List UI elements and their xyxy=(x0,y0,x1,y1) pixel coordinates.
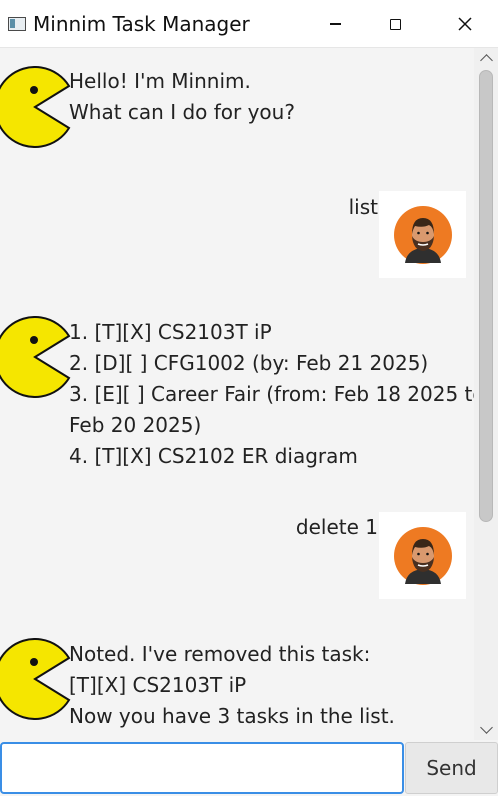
title-bar: Minnim Task Manager xyxy=(0,0,498,48)
maximize-icon xyxy=(389,18,401,30)
message-line: 2. [D][ ] CFG1002 (by: Feb 21 2025) xyxy=(69,351,429,375)
minnim-pacman-avatar-icon xyxy=(0,638,71,720)
minimize-button[interactable] xyxy=(312,0,358,48)
send-button[interactable]: Send xyxy=(405,742,498,794)
window-title: Minnim Task Manager xyxy=(33,12,250,36)
chat-scroll-area[interactable]: Hello! I'm Minnim. What can I do for you… xyxy=(0,48,474,740)
close-icon xyxy=(458,17,472,31)
user-message: list xyxy=(348,195,378,219)
chevron-down-icon xyxy=(479,721,493,734)
minnim-pacman-avatar-icon xyxy=(0,316,71,398)
message-line: Hello! I'm Minnim. xyxy=(69,69,251,93)
user-avatar xyxy=(379,191,466,278)
bearded-man-avatar-icon xyxy=(393,205,452,264)
maximize-button[interactable] xyxy=(372,0,418,48)
minnim-pacman-avatar-icon xyxy=(0,66,71,148)
message-line: 1. [T][X] CS2103T iP xyxy=(69,320,272,344)
message-line: [T][X] CS2103T iP xyxy=(69,673,247,697)
input-bar: Send xyxy=(0,740,498,796)
message-line: 3. [E][ ] Career Fair (from: Feb 18 2025… xyxy=(69,382,474,406)
chevron-up-icon xyxy=(479,54,493,67)
scroll-up-button[interactable] xyxy=(474,48,498,68)
bot-message: 1. [T][X] CS2103T iP 2. [D][ ] CFG1002 (… xyxy=(69,317,474,472)
message-line: Now you have 3 tasks in the list. xyxy=(69,704,395,728)
message-line: Noted. I've removed this task: xyxy=(69,642,371,666)
vertical-scrollbar[interactable] xyxy=(474,48,498,740)
bot-message: Hello! I'm Minnim. What can I do for you… xyxy=(69,66,469,128)
scrollbar-thumb[interactable] xyxy=(479,70,493,522)
bot-message: Noted. I've removed this task: [T][X] CS… xyxy=(69,639,469,732)
minimize-icon xyxy=(329,23,341,25)
app-window-icon xyxy=(8,17,26,31)
message-line: Feb 20 2025) xyxy=(69,413,202,437)
bearded-man-avatar-icon xyxy=(393,526,452,585)
scroll-down-button[interactable] xyxy=(474,720,498,740)
message-input[interactable] xyxy=(0,742,404,794)
message-line: 4. [T][X] CS2102 ER diagram xyxy=(69,444,358,468)
close-button[interactable] xyxy=(442,0,488,48)
user-message: delete 1 xyxy=(295,515,378,539)
message-line: What can I do for you? xyxy=(69,100,295,124)
user-avatar xyxy=(379,512,466,599)
